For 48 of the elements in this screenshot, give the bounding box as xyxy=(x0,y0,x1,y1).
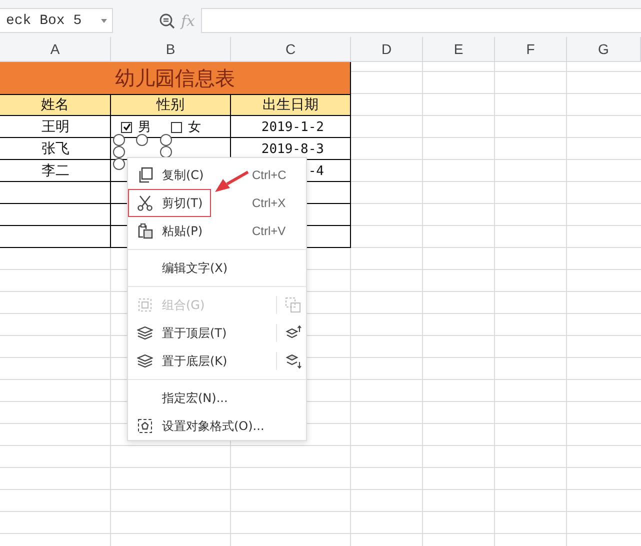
group-icon xyxy=(137,297,153,313)
layers-icon xyxy=(137,325,153,341)
menu-item[interactable]: 设置对象格式(O)... xyxy=(128,412,306,440)
column-header[interactable]: E xyxy=(423,37,495,62)
table-cell: 2019-8-3 xyxy=(261,142,324,156)
menu-item[interactable]: 置于顶层(T) xyxy=(128,319,306,347)
name-box-value: eck Box 5 xyxy=(6,12,82,28)
menu-item[interactable]: 编辑文字(X) xyxy=(128,254,306,282)
menu-item[interactable]: 复制(C) Ctrl+C xyxy=(128,161,306,189)
menu-item[interactable]: 粘贴(P) Ctrl+V xyxy=(128,217,306,245)
zoom-icon[interactable] xyxy=(159,12,175,28)
bring-to-front-icon[interactable] xyxy=(285,325,302,341)
caret-icon[interactable] xyxy=(100,18,108,24)
menu-item[interactable]: 置于底层(K) xyxy=(128,347,306,375)
table-cell: 王明 xyxy=(42,118,70,136)
table-header: 出生日期 xyxy=(231,95,351,116)
menu-item[interactable]: 指定宏(N)... xyxy=(128,384,306,412)
table-header: 姓名 xyxy=(0,95,111,116)
column-header[interactable]: G xyxy=(567,37,641,62)
table-cell: 张飞 xyxy=(42,140,70,158)
table-cell: 李二 xyxy=(42,162,70,180)
sheet-title: 幼儿园信息表 xyxy=(0,62,351,95)
name-box[interactable]: eck Box 5 xyxy=(0,8,113,33)
copy-icon xyxy=(137,167,153,183)
format-object-icon xyxy=(137,418,153,434)
check-icon xyxy=(122,123,130,131)
column-header[interactable]: A xyxy=(0,37,111,62)
ungroup-icon xyxy=(285,297,302,313)
checkbox-label: 女 xyxy=(188,119,201,136)
column-header[interactable]: D xyxy=(351,37,423,62)
clipboard-icon xyxy=(137,223,153,239)
formula-input[interactable] xyxy=(201,8,641,33)
column-header[interactable]: C xyxy=(231,37,351,62)
scissors-icon xyxy=(137,195,153,211)
shortcut-label: Ctrl+X xyxy=(252,196,286,210)
table-cell: 2019-1-2 xyxy=(261,120,324,134)
send-to-back-icon[interactable] xyxy=(285,353,302,369)
column-header[interactable]: F xyxy=(495,37,567,62)
shortcut-label: Ctrl+C xyxy=(252,168,286,182)
shortcut-label: Ctrl+V xyxy=(252,224,286,238)
menu-item[interactable]: 剪切(T) Ctrl+X xyxy=(128,189,306,217)
checkbox[interactable] xyxy=(171,122,182,132)
layers-icon xyxy=(137,353,153,369)
column-header[interactable]: B xyxy=(111,37,231,62)
table-cell: -4 xyxy=(308,164,324,178)
checkbox[interactable] xyxy=(121,122,132,132)
table-header: 性别 xyxy=(111,95,231,116)
checkbox-label: 男 xyxy=(138,119,151,136)
